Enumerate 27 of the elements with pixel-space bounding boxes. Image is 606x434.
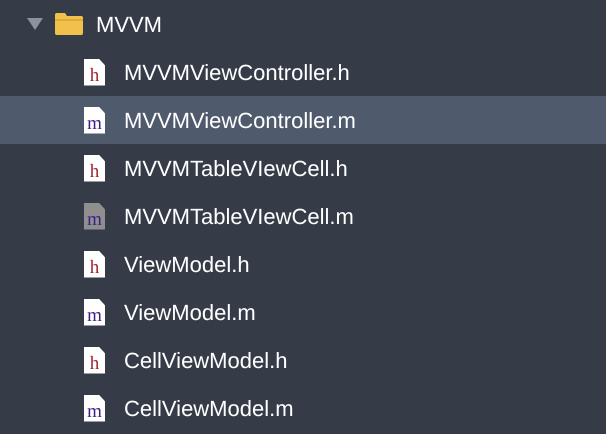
file-icon: m bbox=[84, 394, 105, 422]
file-name: CellViewModel.m bbox=[124, 394, 294, 422]
file-row[interactable]: h MVVMTableVIewCell.h bbox=[0, 144, 606, 192]
file-row[interactable]: m MVVMTableVIewCell.m bbox=[0, 192, 606, 240]
file-name: ViewModel.m bbox=[124, 298, 256, 326]
file-icon: m bbox=[84, 106, 105, 134]
file-row[interactable]: m CellViewModel.m bbox=[0, 384, 606, 432]
disclosure-triangle-icon[interactable] bbox=[26, 17, 44, 31]
folder-icon bbox=[54, 12, 84, 36]
file-row[interactable]: h CellViewModel.h bbox=[0, 336, 606, 384]
folder-name[interactable]: MVVM bbox=[96, 8, 162, 40]
file-icon: m bbox=[84, 298, 105, 326]
file-icon: h bbox=[84, 154, 105, 182]
file-name: MVVMTableVIewCell.h bbox=[124, 154, 348, 182]
file-name: CellViewModel.h bbox=[124, 346, 288, 374]
file-name: ViewModel.h bbox=[124, 250, 250, 278]
file-name: MVVMViewController.h bbox=[124, 58, 350, 86]
file-row[interactable]: h MVVMViewController.h bbox=[0, 48, 606, 96]
file-icon: h bbox=[84, 58, 105, 86]
file-row[interactable]: h ViewModel.h bbox=[0, 240, 606, 288]
file-icon: h bbox=[84, 250, 105, 278]
file-row[interactable]: m MVVMViewController.m bbox=[0, 96, 606, 144]
file-name: MVVMViewController.m bbox=[124, 106, 356, 134]
file-name: MVVMTableVIewCell.m bbox=[124, 202, 354, 230]
file-row[interactable]: m ViewModel.m bbox=[0, 288, 606, 336]
file-icon: h bbox=[84, 346, 105, 374]
file-icon: m bbox=[84, 202, 105, 230]
